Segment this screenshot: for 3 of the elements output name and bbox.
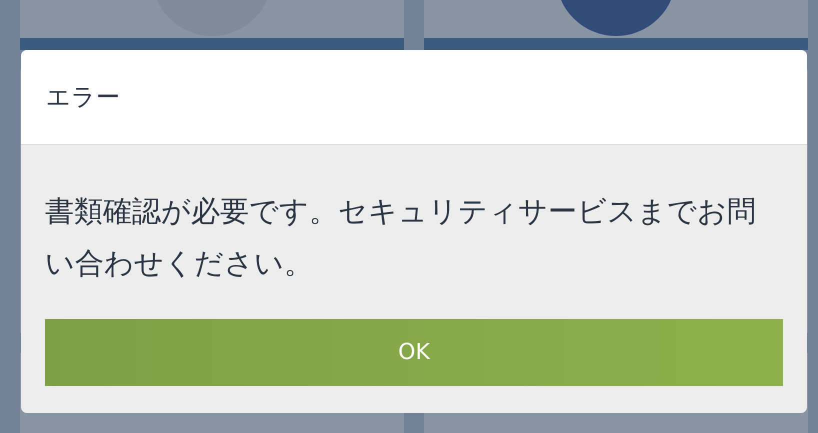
error-message: 書類確認が必要です。セキュリティサービスまでお問い合わせください。 bbox=[45, 193, 757, 282]
dialog-title: エラー bbox=[46, 82, 120, 113]
ok-button[interactable]: OK bbox=[45, 319, 783, 386]
